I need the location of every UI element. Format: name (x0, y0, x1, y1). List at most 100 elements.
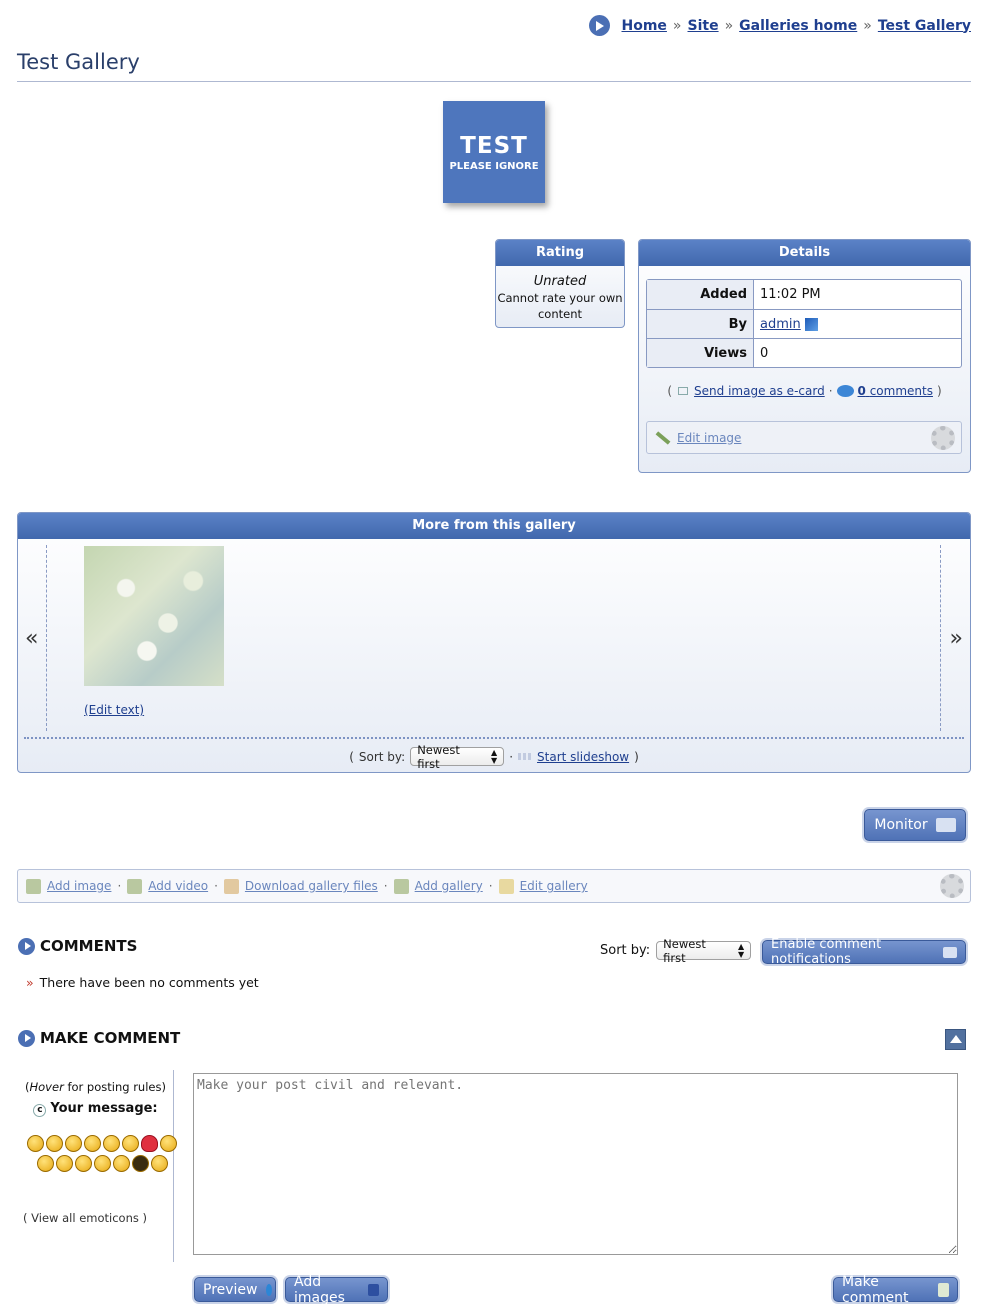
monitor-label: Monitor (874, 817, 928, 833)
details-value: 11:02 PM (760, 287, 821, 302)
breadcrumb-separator: » (863, 17, 872, 34)
edit-image-link[interactable]: Edit image (677, 431, 741, 445)
make-comment-button[interactable]: Make comment (833, 1274, 958, 1306)
details-key: Views (647, 339, 754, 367)
emoticon-thumbs-icon[interactable] (93, 1155, 111, 1172)
details-row-by: By admin (647, 309, 961, 338)
comments-sort-value: Newest first (663, 936, 706, 965)
carousel-next-button[interactable]: » (950, 626, 963, 651)
gear-icon[interactable] (940, 874, 964, 898)
select-caret-icon: ▲ ▼ (738, 941, 745, 959)
sort-label: Sort by: (358, 749, 406, 764)
add-video-link[interactable]: Add video (148, 879, 208, 893)
play-circle-icon (18, 1029, 35, 1047)
author-link[interactable]: admin (760, 317, 801, 332)
comment-sidebar: (Hover for posting rules) c Your message:… (17, 1070, 177, 1262)
gallery-sort-select[interactable]: Newest first ▲ ▼ (410, 743, 505, 771)
edit-gallery-icon (498, 878, 514, 894)
emoticon-laugh-icon[interactable] (36, 1155, 54, 1172)
emoticon-glasses-icon[interactable] (46, 1135, 63, 1152)
emoticon-grin-icon[interactable] (84, 1135, 101, 1152)
add-images-button[interactable]: Add images (285, 1274, 388, 1306)
megaphone-icon (943, 946, 957, 958)
add-gallery-link[interactable]: Add gallery (415, 879, 483, 893)
comments-sort-label: Sort by: (600, 943, 651, 958)
emoticon-shocked-icon[interactable] (150, 1155, 168, 1172)
emoticon-cool-icon[interactable] (160, 1135, 177, 1152)
edit-text-link[interactable]: (Edit text) (84, 703, 144, 717)
dotted-divider (24, 737, 964, 739)
select-caret-icon: ▲ ▼ (491, 747, 498, 765)
rating-note: Cannot rate your own content (497, 291, 623, 321)
posting-rules-hint[interactable]: (Hover for posting rules) (17, 1080, 174, 1094)
emoticon-eyes-icon[interactable] (122, 1135, 139, 1152)
gallery-carousel: More from this gallery « » (Edit text) (… (17, 512, 971, 773)
comments-link[interactable]: 0 comments (858, 384, 933, 398)
details-key: By (647, 310, 754, 338)
details-table: Added 11:02 PM By admin Views 0 (646, 279, 962, 368)
breadcrumb-separator: » (672, 17, 682, 34)
emoticon-heart-icon[interactable] (141, 1135, 158, 1152)
no-comments-message: » There have been no comments yet (26, 975, 259, 990)
breadcrumb-galleries-home[interactable]: Galleries home (739, 18, 857, 34)
emoticon-wink-icon[interactable] (65, 1135, 82, 1152)
breadcrumb-separator: » (724, 17, 734, 34)
comments-label: comments (869, 384, 933, 398)
gallery-image[interactable]: TEST PLEASE IGNORE (443, 101, 545, 203)
gallery-thumbnail[interactable] (84, 546, 224, 686)
make-comment-label: Make comment (842, 1273, 909, 1306)
emoticon-list (27, 1135, 177, 1172)
edit-gallery-link[interactable]: Edit gallery (520, 879, 588, 893)
your-message-label: Your message: (50, 1101, 158, 1116)
breadcrumb-test-gallery[interactable]: Test Gallery (878, 18, 971, 34)
pencil-icon (655, 430, 671, 445)
page-title: Test Gallery (17, 50, 140, 74)
image-text-big: TEST (460, 133, 528, 159)
share-line: ( Send image as e-card · 0 comments ) (667, 384, 942, 398)
gallery-sort-value: Newest first (417, 742, 460, 771)
download-gallery-link[interactable]: Download gallery files (245, 879, 378, 893)
emoticon-teeth-icon[interactable] (112, 1155, 130, 1172)
emoticon-neutral-icon[interactable] (74, 1155, 92, 1172)
carousel-prev-button[interactable]: « (25, 626, 38, 651)
view-emoticons-label: View all emoticons (31, 1211, 139, 1225)
emoticon-smile-icon[interactable] (27, 1135, 44, 1152)
breadcrumb-home[interactable]: Home (622, 18, 667, 34)
comment-message-input[interactable] (193, 1073, 958, 1255)
play-circle-icon (588, 15, 610, 36)
details-header: Details (639, 240, 970, 266)
preview-label: Preview (203, 1281, 258, 1298)
emoticon-dark-icon[interactable] (131, 1155, 149, 1172)
raquo-icon: » (26, 975, 34, 990)
hover-rest: for posting rules (67, 1080, 162, 1094)
rating-box: Rating Unrated Cannot rate your own cont… (495, 239, 625, 328)
emoticon-smirk-icon[interactable] (103, 1135, 120, 1152)
user-badge-icon (804, 318, 818, 331)
preview-button[interactable]: Preview (194, 1277, 276, 1302)
gear-icon[interactable] (931, 426, 955, 450)
megaphone-icon (935, 818, 956, 832)
comments-heading: COMMENTS (18, 937, 137, 955)
comcode-icon: c (33, 1104, 47, 1117)
add-image-icon (26, 878, 41, 894)
start-slideshow-link[interactable]: Start slideshow (537, 750, 629, 764)
send-ecard-link[interactable]: Send image as e-card (694, 384, 825, 398)
rating-status: Unrated (533, 274, 587, 289)
view-emoticons-link[interactable]: ( View all emoticons ) (23, 1211, 147, 1225)
monitor-button[interactable]: Monitor (864, 809, 966, 841)
breadcrumb-site[interactable]: Site (688, 18, 719, 34)
collapse-button[interactable] (945, 1029, 966, 1050)
enable-notifications-button[interactable]: Enable comment notifications (762, 937, 966, 967)
gallery-sort-line: ( Sort by: Newest first ▲ ▼ · Start slide… (349, 742, 639, 771)
add-images-icon (367, 1283, 379, 1296)
comment-send-icon (937, 1282, 949, 1297)
comments-title: COMMENTS (40, 937, 138, 955)
emoticon-sad-icon[interactable] (55, 1155, 73, 1172)
add-gallery-icon (393, 878, 409, 894)
add-image-link[interactable]: Add image (47, 879, 111, 893)
breadcrumb: Home » Site » Galleries home » Test Gall… (588, 15, 971, 36)
comments-sort-select[interactable]: Newest first ▲ ▼ (656, 937, 752, 965)
details-box: Details Added 11:02 PM By admin Views 0 … (638, 239, 971, 473)
make-comment-title: MAKE COMMENT (40, 1029, 181, 1047)
add-images-label: Add images (294, 1273, 345, 1306)
